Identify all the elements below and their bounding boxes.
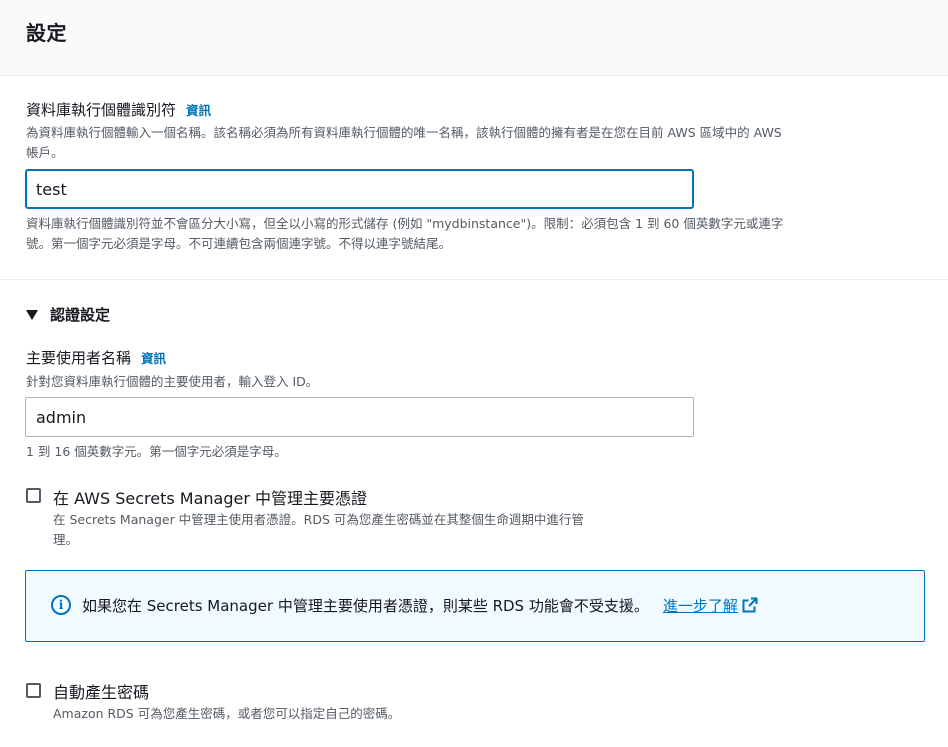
- info-icon: i: [51, 595, 71, 615]
- db-identifier-input-value: test: [36, 179, 67, 199]
- info-alert-text: 如果您在 Secrets Manager 中管理主要使用者憑證，則某些 RDS …: [82, 597, 649, 615]
- secrets-manager-description-line2: 理。: [53, 532, 79, 547]
- db-identifier-constraint: 資料庫執行個體識別符並不會區分大小寫，但全以小寫的形式儲存 (例如 "mydbi…: [26, 214, 931, 254]
- db-identifier-constraint-line1: 資料庫執行個體識別符並不會區分大小寫，但全以小寫的形式儲存 (例如 "mydbi…: [26, 216, 784, 231]
- master-username-label-row: 主要使用者名稱 資訊: [26, 347, 166, 368]
- page-header: 設定: [0, 0, 948, 76]
- master-username-input[interactable]: admin: [25, 397, 694, 437]
- db-identifier-input[interactable]: test: [25, 169, 694, 209]
- db-identifier-constraint-line2: 號。第一個字元必須是字母。不可連續包含兩個連字號。不得以連字號結尾。: [26, 236, 452, 251]
- secrets-manager-checkbox[interactable]: [26, 488, 41, 503]
- auto-generate-password-label[interactable]: 自動產生密碼: [53, 679, 149, 703]
- auto-generate-password-checkbox[interactable]: [26, 683, 41, 698]
- db-identifier-description: 為資料庫執行個體輸入一個名稱。該名稱必須為所有資料庫執行個體的唯一名稱，該執行個…: [26, 123, 931, 163]
- info-alert-text-row: 如果您在 Secrets Manager 中管理主要使用者憑證，則某些 RDS …: [82, 595, 758, 616]
- secrets-manager-label[interactable]: 在 AWS Secrets Manager 中管理主要憑證: [53, 485, 367, 509]
- info-alert: i 如果您在 Secrets Manager 中管理主要使用者憑證，則某些 RD…: [25, 570, 925, 642]
- master-username-label: 主要使用者名稱: [26, 349, 132, 367]
- master-username-constraint: 1 到 16 個英數字元。第一個字元必須是字母。: [26, 444, 287, 459]
- db-identifier-label-row: 資料庫執行個體識別符 資訊: [26, 99, 211, 120]
- external-link-icon: [742, 597, 758, 613]
- section-divider: [0, 279, 948, 280]
- credentials-section-title: 認證設定: [50, 306, 111, 324]
- master-username-description: 針對您資料庫執行個體的主要使用者，輸入登入 ID。: [26, 374, 319, 389]
- secrets-manager-description-line1: 在 Secrets Manager 中管理主使用者憑證。RDS 可為您產生密碼並…: [53, 512, 584, 527]
- db-identifier-description-line2: 帳戶。: [26, 145, 64, 160]
- learn-more-link[interactable]: 進一步了解: [663, 597, 758, 615]
- db-identifier-description-line1: 為資料庫執行個體輸入一個名稱。該名稱必須為所有資料庫執行個體的唯一名稱，該執行個…: [26, 125, 782, 140]
- caret-down-icon: [26, 309, 38, 320]
- learn-more-link-label: 進一步了解: [662, 597, 738, 615]
- page-title: 設定: [26, 21, 67, 45]
- credentials-section-toggle[interactable]: 認證設定: [26, 304, 110, 325]
- master-username-info-link[interactable]: 資訊: [141, 351, 166, 366]
- master-username-input-value: admin: [36, 407, 87, 427]
- db-identifier-info-link[interactable]: 資訊: [186, 103, 211, 118]
- db-identifier-label: 資料庫執行個體識別符: [26, 101, 177, 119]
- secrets-manager-description: 在 Secrets Manager 中管理主使用者憑證。RDS 可為您產生密碼並…: [53, 510, 693, 550]
- auto-generate-password-description: Amazon RDS 可為您產生密碼，或者您可以指定自己的密碼。: [53, 706, 401, 721]
